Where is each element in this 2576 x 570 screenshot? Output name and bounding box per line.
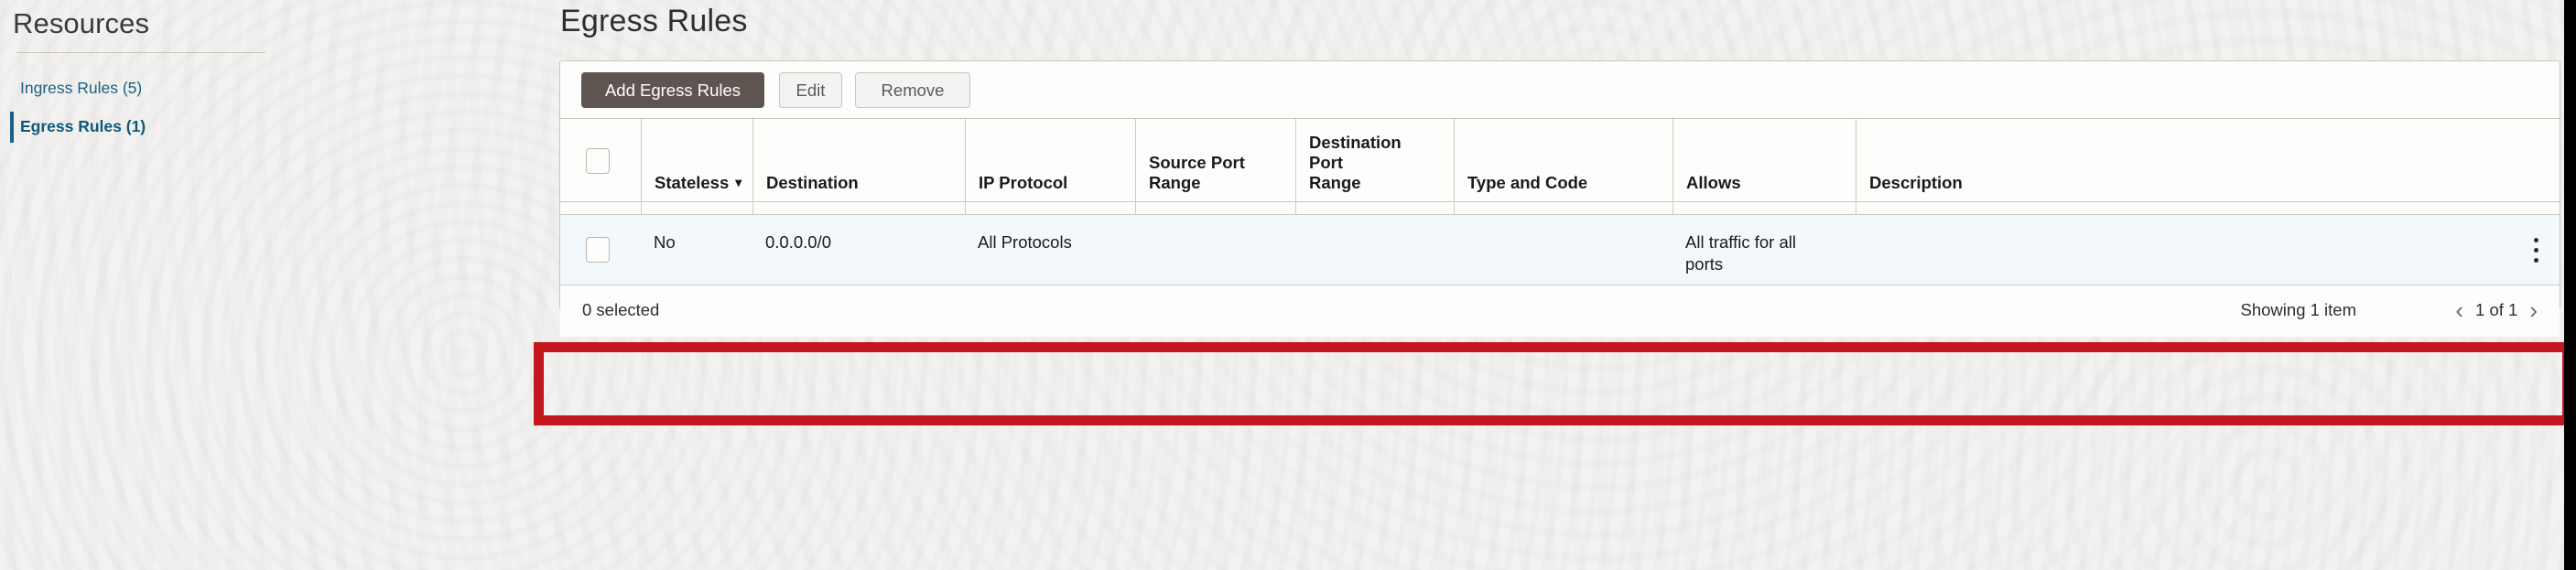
table-spacer-strip: [560, 202, 2560, 215]
cell-destination: 0.0.0.0/0: [752, 215, 965, 285]
sidebar-divider: [16, 52, 265, 53]
table-row[interactable]: No 0.0.0.0/0 All Protocols All traffic f…: [560, 215, 2560, 285]
column-header-select: [560, 119, 641, 203]
add-egress-rules-button[interactable]: Add Egress Rules: [581, 72, 764, 108]
sidebar-item-egress-rules[interactable]: Egress Rules (1): [20, 117, 146, 136]
column-header-destination-port-range-label: Destination Port Range: [1309, 133, 1402, 192]
column-header-description-label: Description: [1869, 173, 1963, 192]
cell-allows-value: All traffic for all ports: [1685, 232, 1796, 274]
sidebar-title: Resources: [13, 7, 150, 39]
table-header-row: Stateless ▾ Destination IP Protocol Sourc…: [560, 118, 2561, 203]
kebab-menu-icon[interactable]: [2534, 238, 2539, 263]
pagination-control: ‹ 1 of 1 ›: [2455, 294, 2538, 327]
page-title: Egress Rules: [560, 4, 748, 38]
sidebar-item-ingress-rules[interactable]: Ingress Rules (5): [20, 79, 142, 98]
egress-rules-card: Add Egress Rules Edit Remove Stateless ▾ …: [559, 60, 2560, 337]
cell-source-port-range: [1135, 215, 1295, 285]
column-header-description[interactable]: Description: [1856, 119, 2561, 203]
column-header-type-and-code-label: Type and Code: [1467, 173, 1588, 192]
table-toolbar: Add Egress Rules Edit Remove: [560, 61, 2560, 118]
selected-count-label: 0 selected: [582, 300, 660, 319]
row-select-checkbox[interactable]: [586, 237, 610, 263]
cell-ip-protocol-value: All Protocols: [978, 232, 1072, 252]
cell-destination-value: 0.0.0.0/0: [765, 232, 832, 252]
column-header-stateless[interactable]: Stateless ▾: [641, 119, 752, 203]
column-header-stateless-label: Stateless ▾: [655, 172, 741, 193]
column-header-type-and-code[interactable]: Type and Code: [1454, 119, 1672, 203]
column-header-allows-label: Allows: [1686, 173, 1741, 192]
cell-stateless: No: [641, 215, 752, 285]
cell-allows: All traffic for all ports: [1672, 215, 1856, 285]
window-right-edge: [2564, 0, 2576, 570]
column-header-ip-protocol[interactable]: IP Protocol: [965, 119, 1135, 203]
sort-descending-icon[interactable]: ▾: [735, 172, 741, 192]
cell-select: [560, 215, 641, 285]
cell-destination-port-range: [1295, 215, 1454, 285]
chevron-left-icon[interactable]: ‹: [2455, 298, 2463, 322]
egress-rules-table: Stateless ▾ Destination IP Protocol Sourc…: [560, 118, 2560, 337]
column-header-destination-port-range[interactable]: Destination Port Range: [1295, 119, 1454, 203]
showing-items-label: Showing 1 item: [2240, 300, 2356, 319]
sidebar-active-marker: [10, 112, 14, 143]
table-footer: 0 selected Showing 1 item ‹ 1 of 1 ›: [560, 285, 2560, 337]
select-all-checkbox[interactable]: [586, 148, 610, 174]
chevron-right-icon[interactable]: ›: [2529, 298, 2538, 322]
column-header-source-port-range-label: Source Port Range: [1149, 153, 1245, 192]
resources-sidebar: Resources Ingress Rules (5) Egress Rules…: [0, 0, 546, 570]
column-header-allows[interactable]: Allows: [1672, 119, 1856, 203]
cell-stateless-value: No: [654, 232, 676, 252]
column-header-source-port-range[interactable]: Source Port Range: [1135, 119, 1295, 203]
column-header-ip-protocol-label: IP Protocol: [979, 173, 1068, 192]
stateless-text: Stateless: [655, 173, 730, 192]
cell-type-and-code: [1454, 215, 1672, 285]
column-header-destination[interactable]: Destination: [752, 119, 965, 203]
edit-button[interactable]: Edit: [779, 72, 842, 108]
column-header-destination-label: Destination: [766, 173, 859, 192]
remove-button[interactable]: Remove: [855, 72, 970, 108]
cell-ip-protocol: All Protocols: [965, 215, 1135, 285]
cell-description: [1856, 215, 2561, 285]
page-indicator-label: 1 of 1: [2475, 300, 2518, 319]
